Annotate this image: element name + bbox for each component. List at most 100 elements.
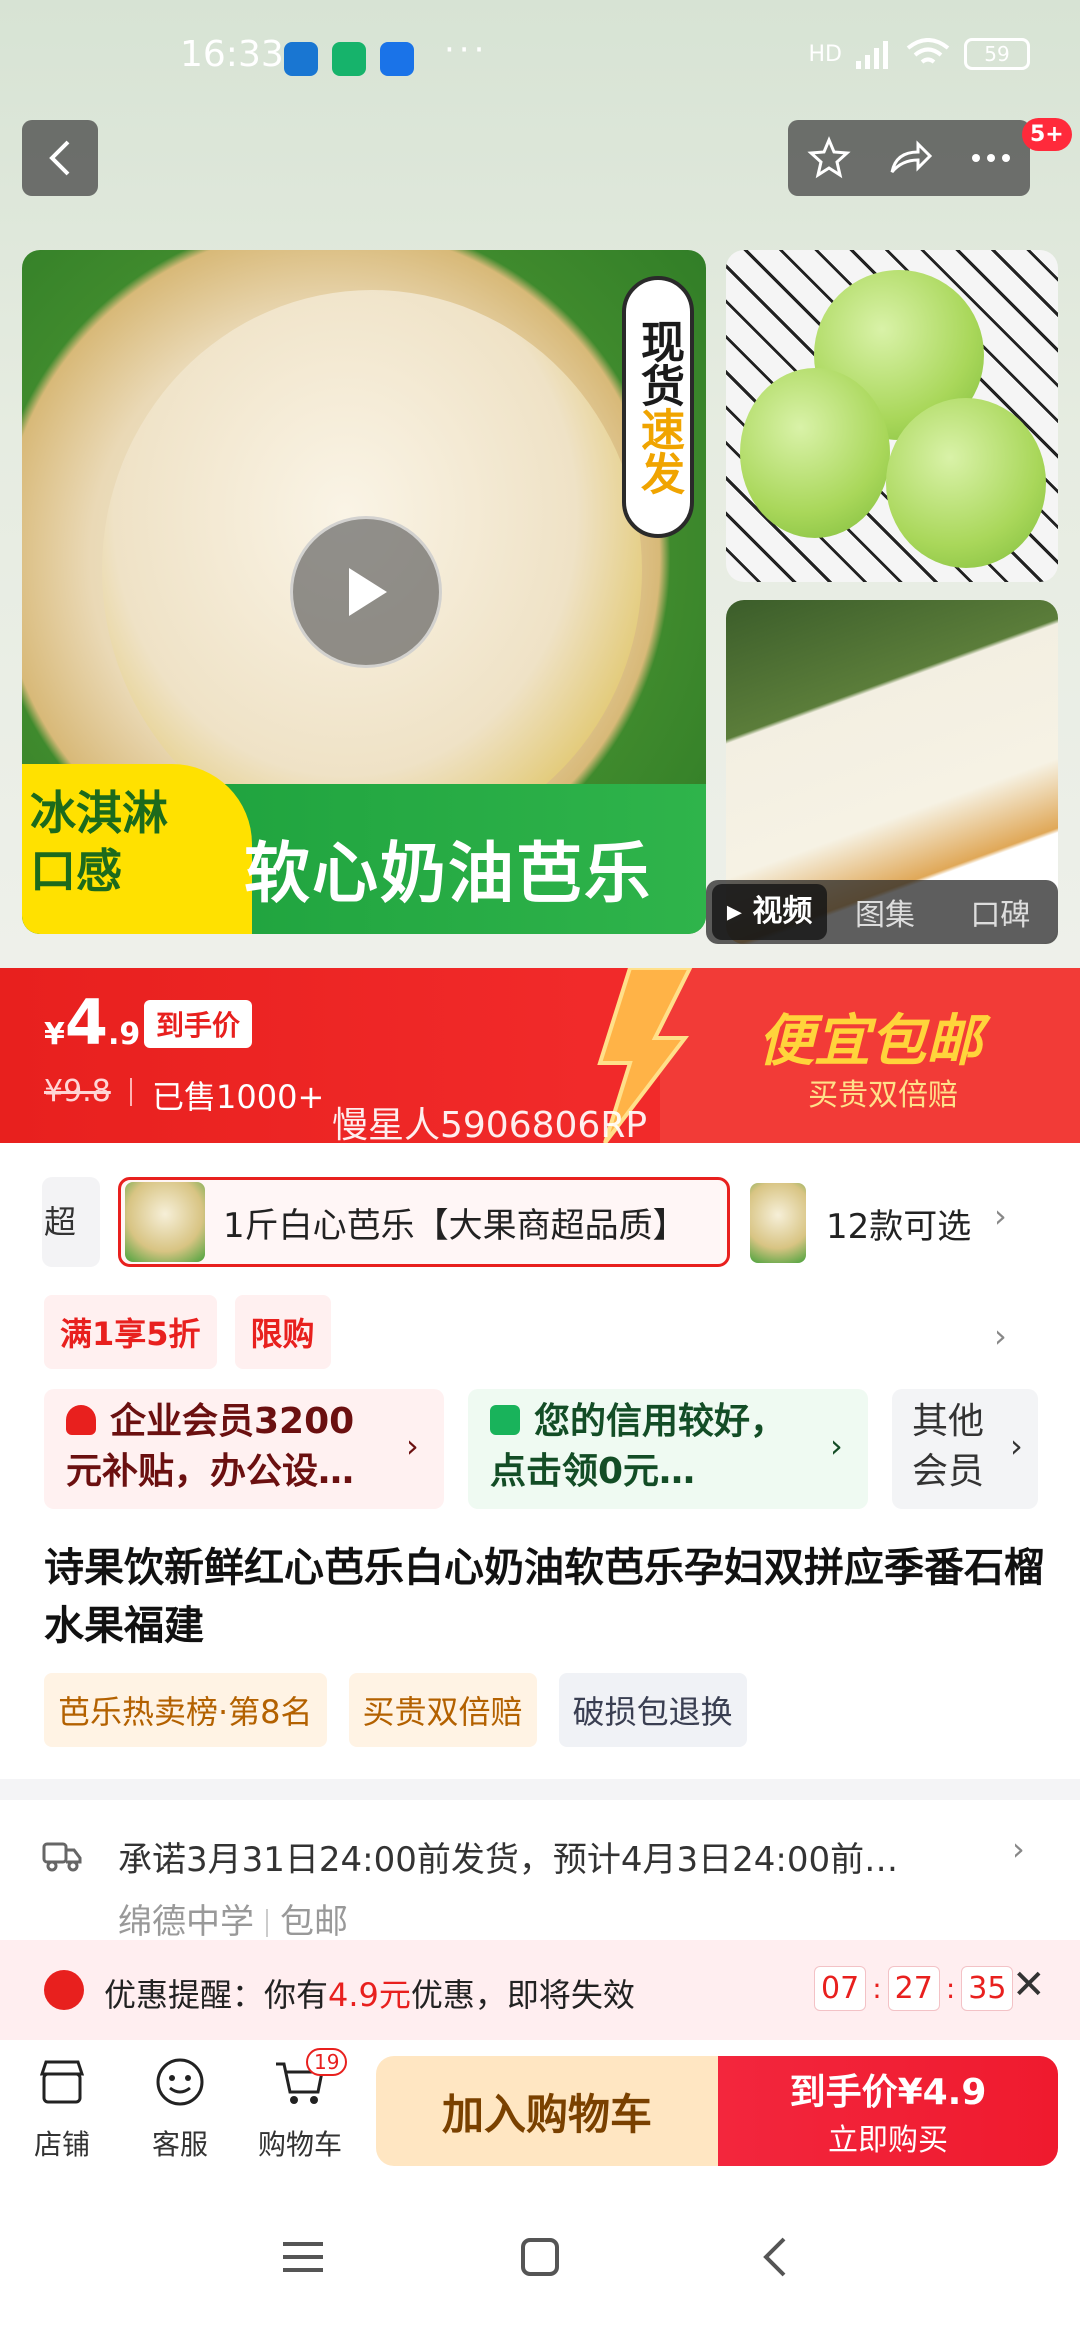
- coupon-reminder[interactable]: 优惠提醒：你有4.9元优惠，即将失效 07: 27: 35 ✕: [0, 1940, 1080, 2040]
- favorite-star-icon[interactable]: [807, 136, 851, 180]
- reminder-suffix: 优惠，即将失效: [410, 1976, 635, 2014]
- signal-icon: [856, 41, 888, 69]
- product-title: 诗果饮新鲜红心芭乐白心奶油软芭乐孕妇双拼应季番石榴水果福建: [44, 1545, 1044, 1649]
- shipping-info[interactable]: 承诺3月31日24:00前发货，预计4月3日24:00前… › 绵德中学 包邮: [0, 1800, 1080, 1950]
- sku-option-selected[interactable]: 1斤白心芭乐【大果商超品质】: [118, 1177, 730, 1267]
- delivery-promise: 承诺3月31日24:00前发货，预计4月3日24:00前…: [118, 1840, 899, 1880]
- truck-icon: [42, 1842, 82, 1872]
- enterprise-offer-text: 企业会员3200元补贴，办公设…: [66, 1401, 355, 1492]
- sku-selected-label: 1斤白心芭乐【大果商超品质】: [223, 1205, 687, 1246]
- timer-hours: 07: [814, 1966, 867, 2011]
- system-navigation-bar: [0, 2180, 1080, 2340]
- original-price: ¥9.8: [44, 1074, 111, 1109]
- more-menu-icon[interactable]: [971, 153, 1011, 163]
- tab-video[interactable]: ▸ 视频: [712, 884, 828, 940]
- alarm-clock-icon: [44, 1970, 84, 2010]
- reminder-prefix: 优惠提醒：你有: [104, 1976, 329, 2014]
- buy-now-button[interactable]: 到手价¥4.9 立即购买: [718, 2056, 1058, 2166]
- tab-gallery[interactable]: 图集: [827, 890, 942, 934]
- smiley-service-icon: [156, 2058, 204, 2106]
- sku-selector: 超 1斤白心芭乐【大果商超品质】 12款可选 ›: [0, 1177, 1080, 1271]
- in-stock-tag: 现货 速发: [622, 276, 694, 538]
- battery-icon: 59: [964, 38, 1030, 70]
- navigation-notification-icon: [380, 42, 414, 76]
- damage-return-tag[interactable]: 破损包退换: [558, 1673, 747, 1747]
- credit-offer[interactable]: 您的信用较好，点击领0元… ›: [468, 1389, 868, 1509]
- chevron-right-icon: ›: [1010, 1427, 1023, 1465]
- buy-price-label: 到手价¥4.9: [789, 2072, 987, 2113]
- user-icon: [66, 1405, 96, 1435]
- tab-reviews[interactable]: 口碑: [943, 890, 1058, 934]
- back-button[interactable]: [22, 120, 98, 196]
- in-stock-text: 现货: [633, 319, 684, 407]
- bottom-action-bar: 店铺 客服 19 购物车 加入购物车 到手价¥4.9 立即购买: [0, 2040, 1080, 2180]
- price-banner: ¥ 4 .9 到手价 ¥9.8 已售1000+ 慢星人5906806RP 便宜包…: [0, 968, 1080, 1143]
- cart-button[interactable]: 19 购物车: [250, 2048, 350, 2163]
- play-icon: [349, 568, 387, 616]
- sold-count: 已售1000+: [152, 1078, 325, 1116]
- guava-image: [886, 398, 1046, 568]
- other-members[interactable]: 其他会员 ›: [892, 1389, 1038, 1509]
- cart-count-badge: 19: [306, 2048, 348, 2076]
- home-nav-button[interactable]: [505, 2222, 575, 2292]
- sku-thumbnail: [125, 1182, 205, 1262]
- close-icon[interactable]: ✕: [1012, 1962, 1046, 2008]
- battery-level: 59: [984, 42, 1010, 66]
- store-icon: [39, 2060, 85, 2104]
- chevron-right-icon[interactable]: ›: [994, 1197, 1007, 1235]
- fast-ship-text: 速发: [633, 407, 684, 495]
- divider: [130, 1078, 132, 1106]
- main-product-image[interactable]: 现货 速发 冰淇淋 口感 软心奶油芭乐: [22, 250, 706, 934]
- sku-option-prev[interactable]: 超: [42, 1177, 100, 1267]
- media-tabs: ▸ 视频 图集 口碑: [706, 880, 1058, 944]
- price-decimal: .9: [108, 1017, 141, 1052]
- add-to-cart-button[interactable]: 加入购物车: [376, 2056, 718, 2166]
- reminder-amount: 4.9元: [328, 1976, 411, 2014]
- price-guarantee-tag[interactable]: 买贵双倍赔: [348, 1673, 537, 1747]
- product-info-card: 超 1斤白心芭乐【大果商超品质】 12款可选 › 满1享5折 限购 › 企业会员…: [0, 1143, 1080, 1779]
- back-nav-button[interactable]: [740, 2222, 810, 2292]
- divider: [266, 1909, 268, 1937]
- shipping-location: 绵德中学 包邮: [118, 1894, 348, 1943]
- ranking-tag[interactable]: 芭乐热卖榜·第8名: [44, 1673, 327, 1747]
- chevron-right-icon[interactable]: ›: [994, 1317, 1007, 1355]
- final-price-tag: 到手价: [144, 1000, 253, 1048]
- price-integer: 4: [64, 986, 109, 1059]
- texture-label: 冰淇淋 口感: [22, 764, 252, 934]
- member-offers: 企业会员3200元补贴，办公设… › 您的信用较好，点击领0元… › 其他会员 …: [44, 1389, 1044, 1509]
- message-badge: 5+: [1022, 118, 1072, 151]
- menu-nav-button[interactable]: [268, 2222, 338, 2292]
- hamburger-icon: [283, 2242, 323, 2272]
- timer-minutes: 27: [887, 1966, 940, 2011]
- shop-button[interactable]: 店铺: [12, 2054, 112, 2163]
- chevron-right-icon: ›: [406, 1427, 419, 1465]
- free-shipping-slogan: 便宜包邮: [758, 1009, 982, 1074]
- user-watermark: 慢星人5906806RP: [332, 1105, 648, 1143]
- customer-service-button[interactable]: 客服: [130, 2054, 230, 2163]
- back-triangle-icon: [763, 2237, 786, 2277]
- play-video-button[interactable]: [290, 516, 442, 668]
- chevron-right-icon: ›: [1012, 1830, 1025, 1868]
- countdown-timer: 07: 27: 35: [814, 1966, 1014, 2011]
- reminder-text: 优惠提醒：你有4.9元优惠，即将失效: [104, 1970, 635, 2016]
- tab-video-label: 视频: [752, 894, 813, 929]
- limit-promo[interactable]: 限购: [234, 1295, 331, 1369]
- status-right: HD 59: [809, 38, 1030, 70]
- sku-thumbnail[interactable]: [750, 1183, 806, 1263]
- sku-more-options[interactable]: 12款可选: [826, 1199, 971, 1248]
- product-hero: 16:33 ··· HD 59 5+ 现货 速发 冰淇淋 口感 软心奶油芭乐 ▸…: [0, 0, 1080, 968]
- chevron-right-icon: ›: [830, 1427, 843, 1465]
- wifi-icon: [906, 38, 950, 64]
- other-members-text: 其他会员: [912, 1401, 985, 1492]
- app-notification-icon: [284, 42, 318, 76]
- currency-symbol: ¥: [44, 1017, 65, 1052]
- enterprise-member-offer[interactable]: 企业会员3200元补贴，办公设… ›: [44, 1389, 444, 1509]
- status-bar: 16:33 ··· HD 59: [0, 0, 1080, 120]
- header-actions: [788, 120, 1030, 196]
- product-tags: 芭乐热卖榜·第8名 买贵双倍赔 破损包退换: [44, 1673, 747, 1747]
- guava-whole-thumbnail[interactable]: [726, 250, 1058, 582]
- timer-seconds: 35: [961, 1966, 1014, 2011]
- share-icon[interactable]: [888, 138, 934, 178]
- hd-label: HD: [808, 41, 842, 67]
- discount-promo[interactable]: 满1享5折: [44, 1295, 217, 1369]
